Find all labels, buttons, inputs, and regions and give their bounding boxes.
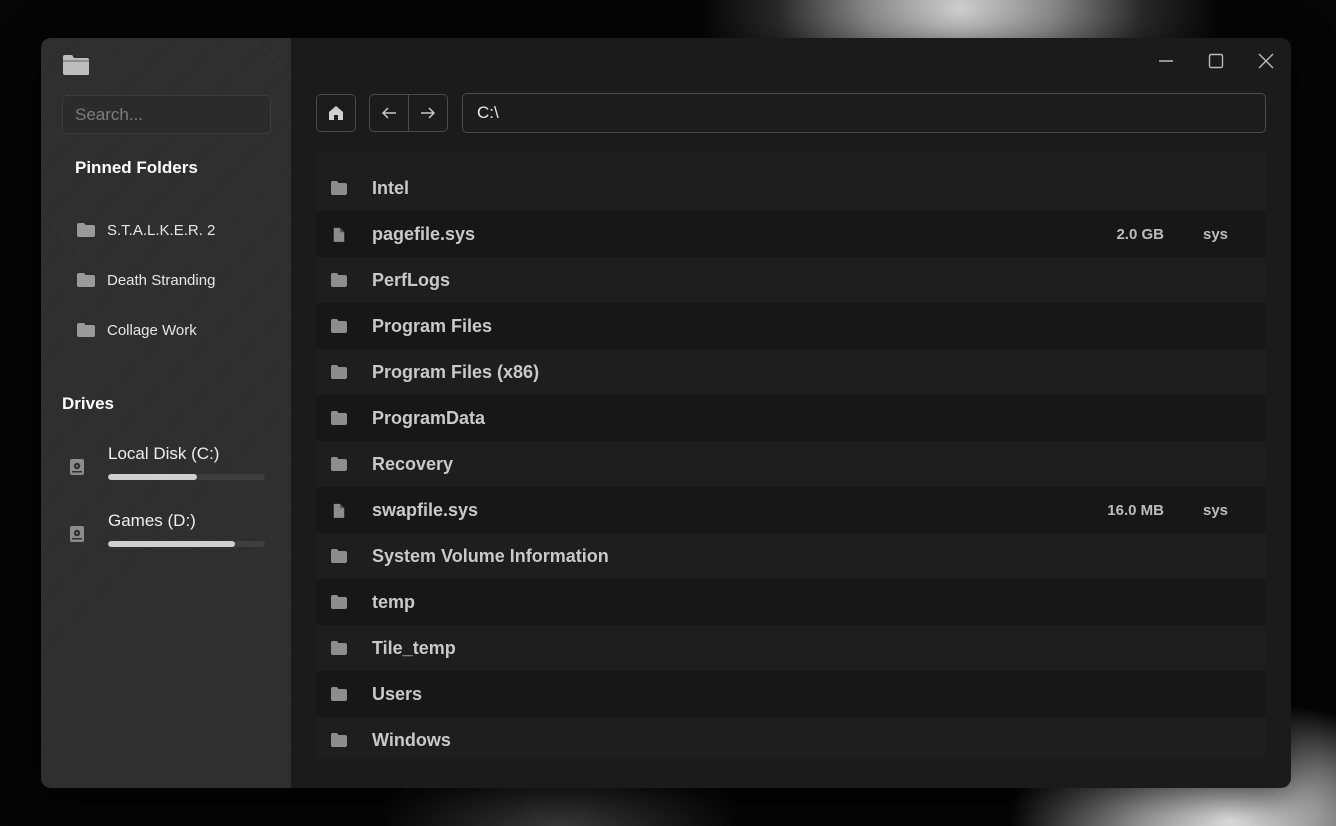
drive-local-disk-c[interactable]: Local Disk (C:) — [69, 444, 269, 496]
folder-icon — [331, 411, 347, 425]
file-name: Users — [372, 683, 423, 704]
folder-icon — [331, 365, 347, 379]
folder-icon — [331, 457, 347, 471]
drive-usage-fill — [108, 474, 198, 480]
drive-usage-bar — [108, 474, 265, 480]
drive-label: Games (D:) — [108, 511, 196, 530]
pinned-item-label: Death Stranding — [107, 271, 216, 289]
arrow-right-icon — [421, 107, 436, 119]
file-name: Tile_temp — [372, 637, 456, 658]
drive-usage-bar — [108, 541, 265, 547]
file-name: PerfLogs — [372, 269, 451, 290]
folder-row[interactable]: Tile_temp — [316, 625, 1266, 671]
minimize-button[interactable] — [1148, 46, 1184, 76]
pinned-item-death-stranding[interactable]: Death Stranding — [77, 265, 267, 295]
file-row[interactable]: pagefile.sys 2.0 GB sys — [316, 211, 1266, 257]
file-size: 16.0 MB — [1107, 501, 1164, 519]
folder-icon — [331, 181, 347, 195]
drive-label: Local Disk (C:) — [108, 444, 220, 463]
pinned-item-collage-work[interactable]: Collage Work — [77, 315, 267, 345]
file-row-partial — [316, 151, 1266, 165]
drives-title: Drives — [62, 394, 114, 413]
folder-icon — [331, 641, 347, 655]
file-icon — [333, 227, 345, 242]
folder-icon — [331, 687, 347, 701]
file-row[interactable]: swapfile.sys 16.0 MB sys — [316, 487, 1266, 533]
folder-row[interactable]: ProgramData — [316, 395, 1266, 441]
pinned-item-label: S.T.A.L.K.E.R. 2 — [107, 221, 216, 239]
folder-row[interactable]: temp — [316, 579, 1266, 625]
folder-icon — [77, 223, 95, 237]
drive-icon — [70, 526, 84, 542]
sidebar: Pinned Folders S.T.A.L.K.E.R. 2 Death St… — [41, 38, 291, 788]
folder-icon — [77, 273, 95, 287]
pinned-item-label: Collage Work — [107, 321, 197, 339]
file-name: System Volume Information — [372, 545, 609, 566]
minimize-icon — [1159, 60, 1173, 62]
drive-icon — [70, 459, 84, 475]
folder-icon — [63, 55, 89, 75]
file-name: Windows — [372, 729, 451, 750]
folder-row[interactable]: PerfLogs — [316, 257, 1266, 303]
folder-row[interactable]: Program Files — [316, 303, 1266, 349]
close-icon — [1258, 53, 1274, 69]
home-icon — [329, 106, 343, 120]
pinned-item-stalker-2[interactable]: S.T.A.L.K.E.R. 2 — [77, 215, 267, 245]
folder-icon — [77, 323, 95, 337]
arrow-left-icon — [381, 107, 396, 119]
file-name: pagefile.sys — [372, 223, 476, 244]
file-icon — [333, 503, 345, 518]
folder-row[interactable]: Users — [316, 671, 1266, 717]
home-button[interactable] — [316, 94, 356, 132]
folder-icon — [331, 733, 347, 747]
file-name: swapfile.sys — [372, 499, 479, 520]
maximize-button[interactable] — [1198, 46, 1234, 76]
forward-button[interactable] — [408, 94, 448, 132]
folder-row[interactable]: Program Files (x86) — [316, 349, 1266, 395]
folder-icon — [331, 549, 347, 563]
folder-icon — [331, 595, 347, 609]
pinned-folders-title: Pinned Folders — [75, 158, 198, 177]
file-name: Recovery — [372, 453, 454, 474]
file-name: ProgramData — [372, 407, 486, 428]
file-name: Program Files — [372, 315, 493, 336]
folder-row[interactable]: System Volume Information — [316, 533, 1266, 579]
maximize-icon — [1208, 53, 1224, 69]
file-size: 2.0 GB — [1116, 225, 1164, 243]
folder-row[interactable]: Windows — [316, 717, 1266, 758]
main-pane: Intel pagefile.sys 2.0 GB sys PerfLogs Progra… — [291, 38, 1291, 788]
search-input[interactable] — [62, 95, 271, 134]
address-bar[interactable] — [462, 93, 1266, 133]
folder-icon — [331, 319, 347, 333]
file-type: sys — [1203, 501, 1229, 519]
drive-games-d[interactable]: Games (D:) — [69, 511, 269, 563]
drive-usage-fill — [108, 541, 236, 547]
file-name: temp — [372, 591, 416, 612]
folder-row[interactable]: Recovery — [316, 441, 1266, 487]
back-button[interactable] — [369, 94, 409, 132]
close-button[interactable] — [1248, 46, 1284, 76]
file-list[interactable]: Intel pagefile.sys 2.0 GB sys PerfLogs Progra… — [316, 151, 1266, 758]
file-type: sys — [1203, 225, 1229, 243]
folder-row[interactable]: Intel — [316, 165, 1266, 211]
file-explorer-window: Pinned Folders S.T.A.L.K.E.R. 2 Death St… — [41, 38, 1291, 788]
file-name: Program Files (x86) — [372, 361, 540, 382]
file-name: Intel — [372, 177, 410, 198]
folder-icon — [331, 273, 347, 287]
